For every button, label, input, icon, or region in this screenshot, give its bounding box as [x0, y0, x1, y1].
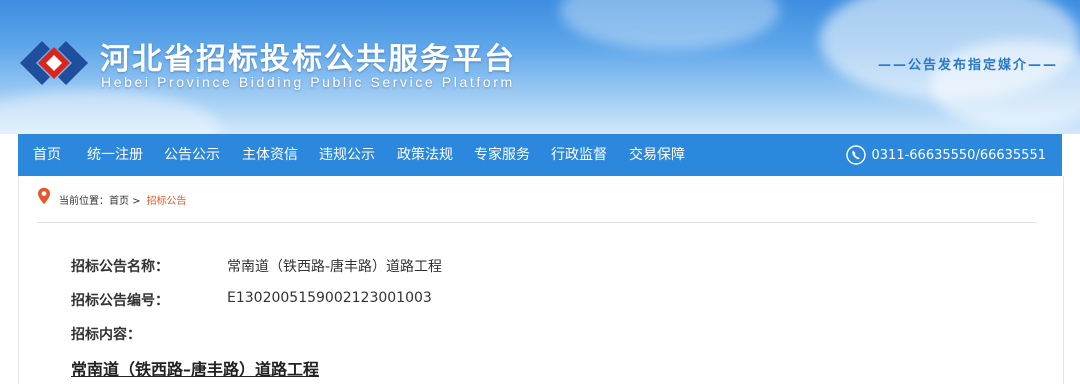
phone-icon — [845, 145, 866, 165]
slogan: ——公告发布指定媒介—— — [877, 58, 1058, 73]
nav-item-home[interactable]: 首页 — [33, 134, 61, 176]
nav-item-policies[interactable]: 政策法规 — [397, 134, 453, 176]
location-pin-icon — [38, 187, 50, 204]
breadcrumb-prefix[interactable]: 当前位置：首页 > — [59, 192, 141, 207]
site-subtitle: Hebei Province Bidding Public Service Pl… — [101, 74, 515, 90]
breadcrumb: 当前位置：首页 > 招标公告 — [37, 176, 1037, 223]
notice-content-label: 招标内容： — [71, 327, 141, 343]
phone-contact: 0311-66635550/66635551 — [845, 143, 1047, 167]
notice-number-label: 招标公告编号： — [71, 293, 169, 309]
cloud-decoration — [0, 90, 220, 134]
nav-item-supervision[interactable]: 行政监督 — [551, 134, 607, 176]
notice-name-label: 招标公告名称： — [71, 259, 169, 275]
nav-item-credit[interactable]: 主体资信 — [242, 134, 298, 176]
logo-mark — [20, 41, 88, 85]
site-header: 河北省招标投标公共服务平台 Hebei Province Bidding Pub… — [0, 0, 1080, 134]
nav-item-violations[interactable]: 违规公示 — [319, 134, 375, 176]
phone-number: 0311-66635550/66635551 — [871, 147, 1047, 163]
nav-item-register[interactable]: 统一注册 — [87, 134, 143, 176]
nav-item-experts[interactable]: 专家服务 — [474, 134, 530, 176]
project-title-link[interactable]: 常南道（铁西路–唐丰路）道路工程 — [71, 356, 319, 380]
breadcrumb-current: 招标公告 — [146, 195, 187, 207]
main-nav: 首页 统一注册 公告公示 主体资信 违规公示 政策法规 专家服务 行政监督 交易… — [18, 134, 1062, 176]
notice-number-value: E1302005159002123001003 — [227, 290, 432, 306]
notice-name-value: 常南道（铁西路-唐丰路）道路工程 — [227, 259, 443, 275]
site-title: 河北省招标投标公共服务平台 — [100, 42, 516, 77]
content-panel: 当前位置：首页 > 招标公告 招标公告名称： 常南道（铁西路-唐丰路）道路工程 … — [18, 176, 1064, 384]
cloud-decoration — [560, 0, 780, 50]
nav-item-announcements[interactable]: 公告公示 — [164, 134, 220, 176]
nav-item-guarantee[interactable]: 交易保障 — [629, 134, 685, 176]
